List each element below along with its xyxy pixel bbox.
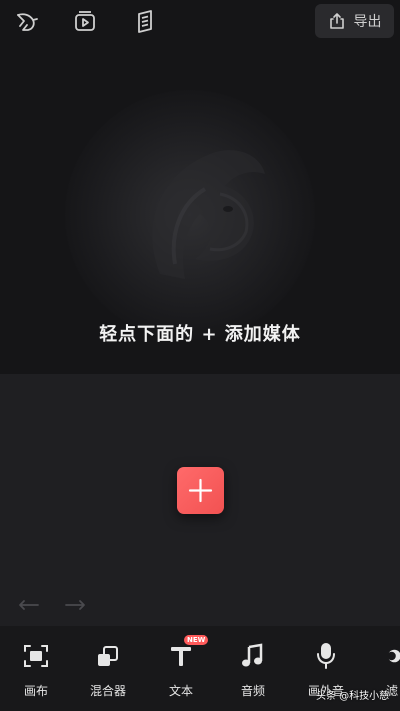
bird-logo-icon[interactable] xyxy=(14,9,40,35)
add-media-button[interactable] xyxy=(177,467,224,514)
microphone-icon xyxy=(317,643,335,669)
canvas-icon xyxy=(24,645,48,667)
export-label: 导出 xyxy=(353,14,382,30)
new-badge: NEW xyxy=(184,635,209,645)
mixer-icon xyxy=(98,646,118,666)
rabbit-logo-icon xyxy=(152,150,265,279)
tool-mixer[interactable]: 混合器 xyxy=(73,642,143,702)
tool-canvas-label: 画布 xyxy=(23,684,48,698)
audio-icon xyxy=(242,643,263,667)
redo-icon[interactable] xyxy=(64,596,86,614)
text-icon xyxy=(171,647,191,666)
timeline-area xyxy=(0,374,400,626)
play-template-icon[interactable] xyxy=(72,9,98,35)
undo-icon[interactable] xyxy=(18,596,40,614)
tool-text-label: 文本 xyxy=(168,684,193,698)
watermark: 头条 @科技小慈 xyxy=(316,691,390,702)
tutorial-book-icon[interactable] xyxy=(132,9,158,35)
tool-text[interactable]: NEW 文本 xyxy=(146,635,216,702)
share-icon xyxy=(329,13,344,29)
tool-audio-label: 音频 xyxy=(240,684,265,698)
tool-audio[interactable]: 音频 xyxy=(218,642,288,702)
tool-mixer-label: 混合器 xyxy=(89,684,126,698)
export-button[interactable]: 导出 xyxy=(315,4,394,38)
tool-canvas[interactable]: 画布 xyxy=(1,642,71,702)
filter-icon xyxy=(387,649,400,663)
video-preview[interactable]: 轻点下面的 + 添加媒体 xyxy=(0,44,400,374)
plus-icon xyxy=(188,478,213,503)
top-bar: 导出 xyxy=(0,0,400,44)
add-media-hint: 轻点下面的 + 添加媒体 xyxy=(99,324,301,345)
